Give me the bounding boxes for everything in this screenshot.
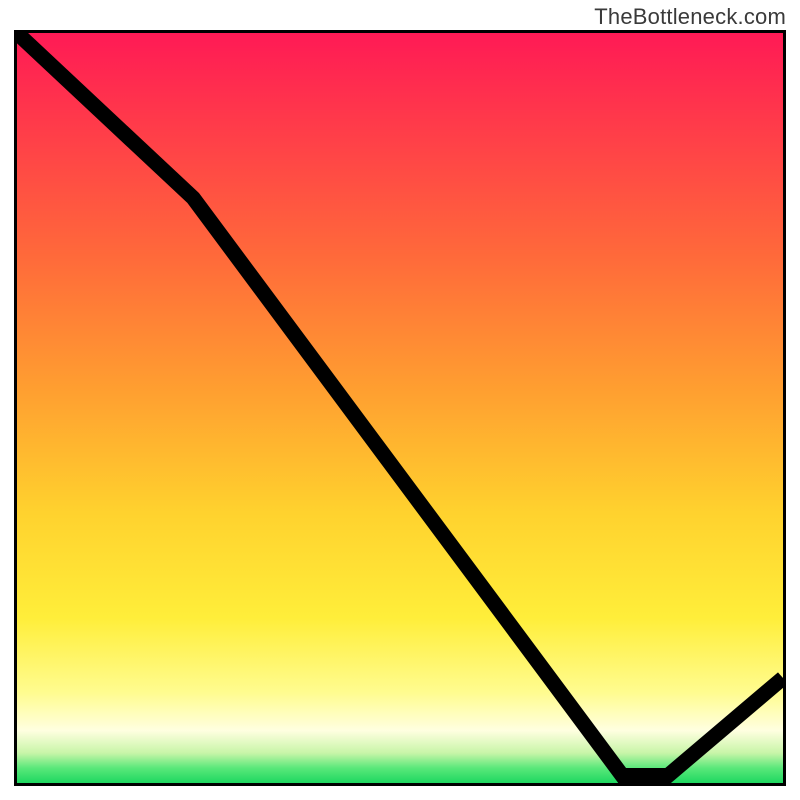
watermark-text: TheBottleneck.com: [594, 4, 786, 30]
chart-series-line: [17, 33, 783, 783]
chart-plot-area: [14, 30, 786, 786]
